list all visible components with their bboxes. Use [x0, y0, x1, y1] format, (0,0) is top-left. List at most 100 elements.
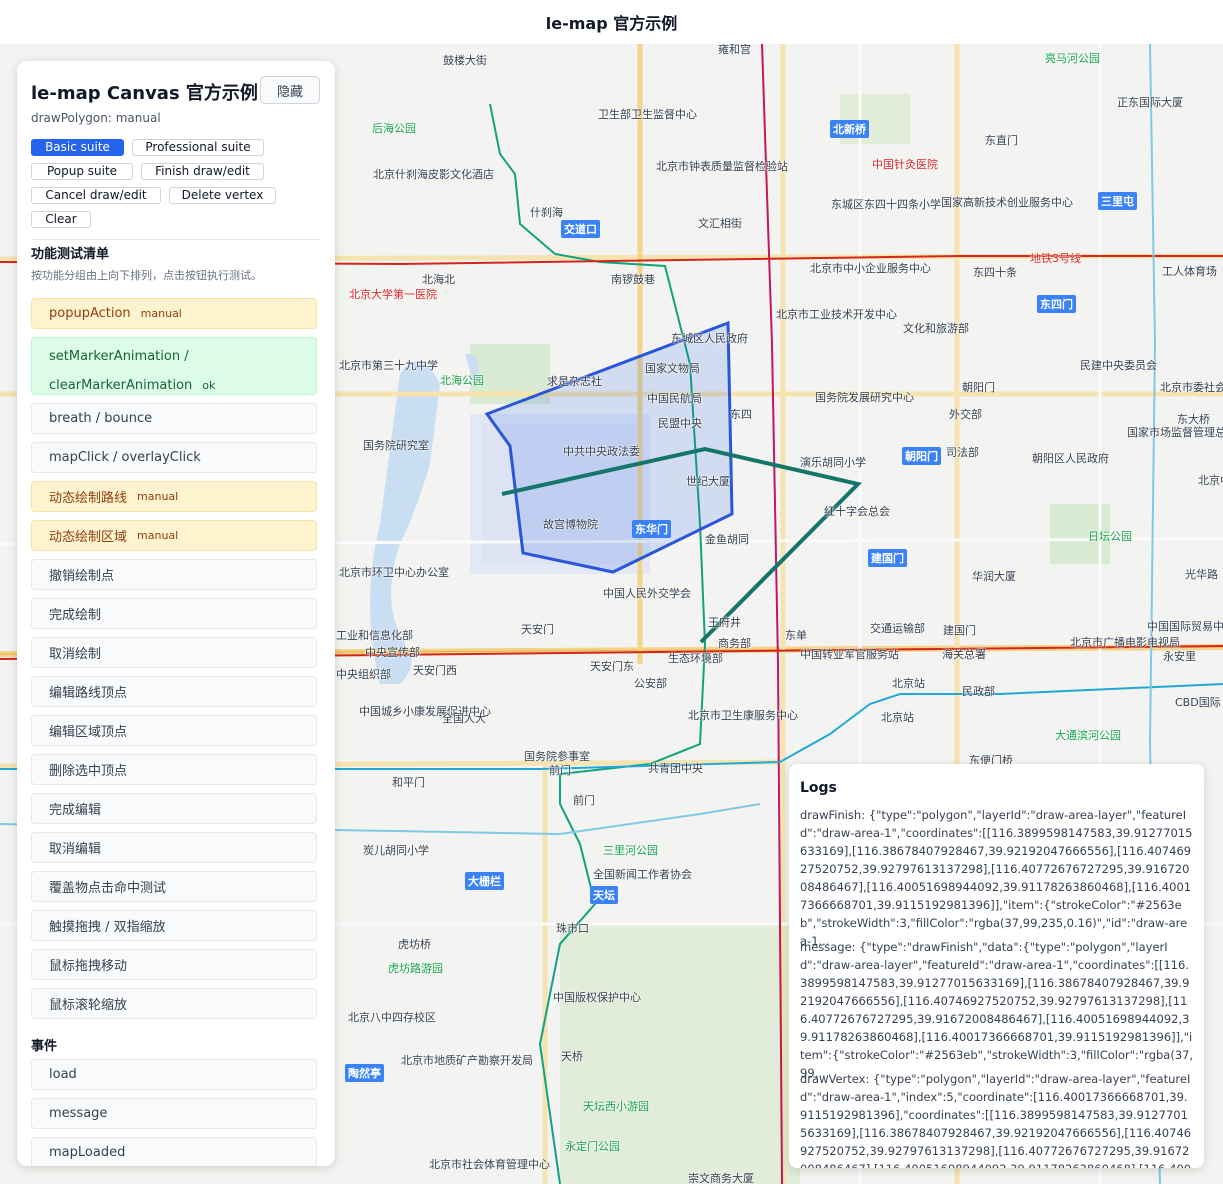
map-label: 崇文商务大厦	[688, 1172, 754, 1184]
logs-panel[interactable]: Logs drawFinish: {"type":"polygon","laye…	[789, 764, 1204, 1168]
map-label: 北京市中小企业服务中心	[810, 262, 931, 275]
test-item-edit-area-vertex[interactable]: 编辑区域顶点	[31, 715, 317, 746]
test-item-label: 完成绘制	[49, 608, 102, 623]
test-item-map-click[interactable]: mapClick / overlayClick	[31, 442, 317, 473]
test-item-draw-route[interactable]: 动态绘制路线 manual	[31, 481, 317, 512]
map-label: 三里河公园	[603, 844, 658, 857]
map-label: 北京站	[881, 711, 914, 724]
test-item-wheel-zoom[interactable]: 鼠标滚轮缩放	[31, 988, 317, 1019]
test-item-draw-area[interactable]: 动态绘制区域 manual	[31, 520, 317, 551]
map-label: 日坛公园	[1088, 530, 1132, 543]
map-label: 中共中央政法委	[563, 445, 640, 458]
test-item-label: 触摸拖拽 / 双指缩放	[49, 920, 166, 935]
map-label: 东城区东四十四条小学	[831, 198, 941, 211]
test-item-marker-animation[interactable]: setMarkerAnimation / clearMarkerAnimatio…	[31, 337, 317, 395]
map-label: 金鱼胡同	[705, 533, 749, 546]
map-label: 和平门	[392, 776, 425, 789]
event-item-label: load	[49, 1067, 77, 1082]
logs-title: Logs	[800, 780, 837, 796]
map-label: 共青团中央	[648, 762, 703, 775]
professional-suite-button[interactable]: Professional suite	[132, 139, 264, 156]
test-item-overlay-hit[interactable]: 覆盖物点击命中测试	[31, 871, 317, 902]
checklist-description: 按功能分组由上向下排列，点击按钮执行测试。	[31, 269, 262, 282]
test-item-label: 编辑路线顶点	[49, 686, 128, 701]
map-label: 交道口	[561, 220, 600, 238]
test-item-tag: manual	[137, 529, 179, 542]
map-label: 民政部	[962, 685, 995, 698]
test-item-label: 鼠标滚轮缩放	[49, 998, 128, 1013]
map-label: 东四门	[1037, 295, 1076, 313]
map-label: 国务院发展研究中心	[815, 391, 914, 404]
event-item-message[interactable]: message	[31, 1098, 317, 1129]
map-label: 生态环境部	[668, 652, 723, 665]
test-item-touch-drag[interactable]: 触摸拖拽 / 双指缩放	[31, 910, 317, 941]
test-item-finish-edit[interactable]: 完成编辑	[31, 793, 317, 824]
map-label: 天安门	[521, 623, 554, 636]
map-label: 东单	[785, 629, 807, 642]
test-item-cancel-edit[interactable]: 取消编辑	[31, 832, 317, 863]
clear-button[interactable]: Clear	[31, 211, 91, 228]
map-label: 华润大厦	[972, 570, 1016, 583]
test-item-popup-action[interactable]: popupAction manual	[31, 298, 317, 329]
map-label: 北京市工业技术开发中心	[776, 308, 897, 321]
map-label: 大通滨河公园	[1055, 729, 1121, 742]
test-item-tag: ok	[202, 379, 216, 392]
popup-suite-button[interactable]: Popup suite	[31, 163, 133, 180]
map-label: 民盟中央	[658, 417, 702, 430]
map-label: 建国门	[868, 549, 907, 567]
delete-vertex-button[interactable]: Delete vertex	[169, 187, 276, 204]
map-label: 前门	[549, 764, 571, 777]
test-item-undo-point[interactable]: 撤销绘制点	[31, 559, 317, 590]
event-item-load[interactable]: load	[31, 1059, 317, 1090]
map-label: 北京中心	[1198, 474, 1223, 487]
map-label: 国家文物局	[645, 362, 700, 375]
map-label: 北京市社会体育管理中心	[429, 1158, 550, 1171]
map-label: 炭儿胡同小学	[363, 844, 429, 857]
test-item-cancel-draw[interactable]: 取消绘制	[31, 637, 317, 668]
map-label: 全国新闻工作者协会	[593, 868, 692, 881]
map-label: 朝阳区人民政府	[1032, 452, 1109, 465]
finish-draw-edit-button[interactable]: Finish draw/edit	[141, 163, 264, 180]
test-item-breath-bounce[interactable]: breath / bounce	[31, 403, 317, 434]
map-label: 北京市环卫中心办公室	[339, 566, 449, 579]
map-label: 全国人大	[442, 712, 486, 725]
map-label: 大栅栏	[465, 872, 504, 890]
map-label: 北京站	[892, 677, 925, 690]
map-label: 朝阳门	[902, 447, 941, 465]
hide-panel-button[interactable]: 隐藏	[260, 76, 320, 104]
map-label: CBD国际	[1175, 696, 1221, 709]
event-item-map-loaded[interactable]: mapLoaded	[31, 1137, 317, 1166]
map-label: 红十字会总会	[824, 505, 890, 518]
map-label: 工业和信息化部	[336, 629, 413, 642]
test-item-label: 动态绘制区域	[49, 530, 128, 545]
map-label: 国家市场监督管理总局	[1127, 426, 1223, 439]
test-item-delete-vertex[interactable]: 删除选中顶点	[31, 754, 317, 785]
map-label: 前门	[573, 794, 595, 807]
map-label: 天桥	[561, 1050, 583, 1063]
basic-suite-button[interactable]: Basic suite	[31, 139, 124, 156]
map-label: 北新桥	[830, 120, 869, 138]
map-label: 北京市委社会工作委员会	[1160, 381, 1223, 394]
test-item-tag: manual	[137, 490, 179, 503]
map-label: 北海北	[422, 273, 455, 286]
app-title: le-map 官方示例	[545, 14, 678, 33]
test-item-label: 编辑区域顶点	[49, 725, 128, 740]
map-label: 天安门西	[413, 664, 457, 677]
map-label: 中国民航局	[647, 392, 702, 405]
map-label: 中国针灸医院	[872, 158, 938, 171]
app-header: le-map 官方示例	[0, 0, 1223, 44]
test-item-label: setMarkerAnimation /	[49, 349, 189, 364]
test-item-label: 完成编辑	[49, 803, 102, 818]
map-label: 文化和旅游部	[903, 322, 969, 335]
log-entry: message: {"type":"drawFinish","data":{"t…	[800, 940, 1194, 1080]
map-label: 东华门	[632, 520, 671, 538]
map-label: 南锣鼓巷	[611, 273, 655, 286]
cancel-draw-edit-button[interactable]: Cancel draw/edit	[31, 187, 161, 204]
test-item-edit-route-vertex[interactable]: 编辑路线顶点	[31, 676, 317, 707]
map-label: 外交部	[949, 408, 982, 421]
test-item-finish-draw[interactable]: 完成绘制	[31, 598, 317, 629]
map-label: 北海公园	[440, 374, 484, 387]
test-item-mouse-drag[interactable]: 鼠标拖拽移动	[31, 949, 317, 980]
test-item-label: breath / bounce	[49, 411, 153, 426]
map-label: 商务部	[718, 637, 751, 650]
